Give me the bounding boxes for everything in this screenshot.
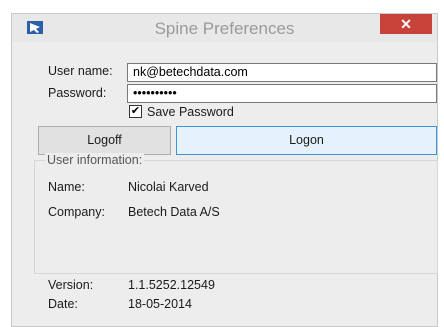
checkmark-icon: ✔ <box>130 105 141 117</box>
close-button[interactable]: ✕ <box>380 14 432 34</box>
title-bar[interactable]: Spine Preferences ✕ <box>12 14 437 42</box>
version-value: 1.1.5252.12549 <box>128 278 215 292</box>
window-title: Spine Preferences <box>154 19 295 38</box>
username-input[interactable]: nk@betechdata.com <box>127 63 437 82</box>
username-label: User name: <box>48 64 113 78</box>
logoff-button[interactable]: Logoff <box>38 126 171 155</box>
version-label: Version: <box>48 278 94 292</box>
user-information-legend: User information: <box>45 153 145 167</box>
date-value: 18-05-2014 <box>128 297 192 311</box>
logon-button[interactable]: Logon <box>176 126 437 155</box>
date-label: Date: <box>48 297 78 311</box>
save-password-checkbox[interactable]: ✔ <box>129 105 142 118</box>
name-label: Name: <box>48 180 85 194</box>
save-password-label: Save Password <box>147 105 234 119</box>
company-value: Betech Data A/S <box>128 205 220 219</box>
close-icon: ✕ <box>400 16 412 32</box>
password-input[interactable]: •••••••••• <box>127 84 437 103</box>
company-label: Company: <box>48 205 105 219</box>
name-value: Nicolai Karved <box>128 180 209 194</box>
preferences-window: Spine Preferences ✕ User name: nk@betech… <box>11 13 438 327</box>
password-label: Password: <box>48 86 107 100</box>
